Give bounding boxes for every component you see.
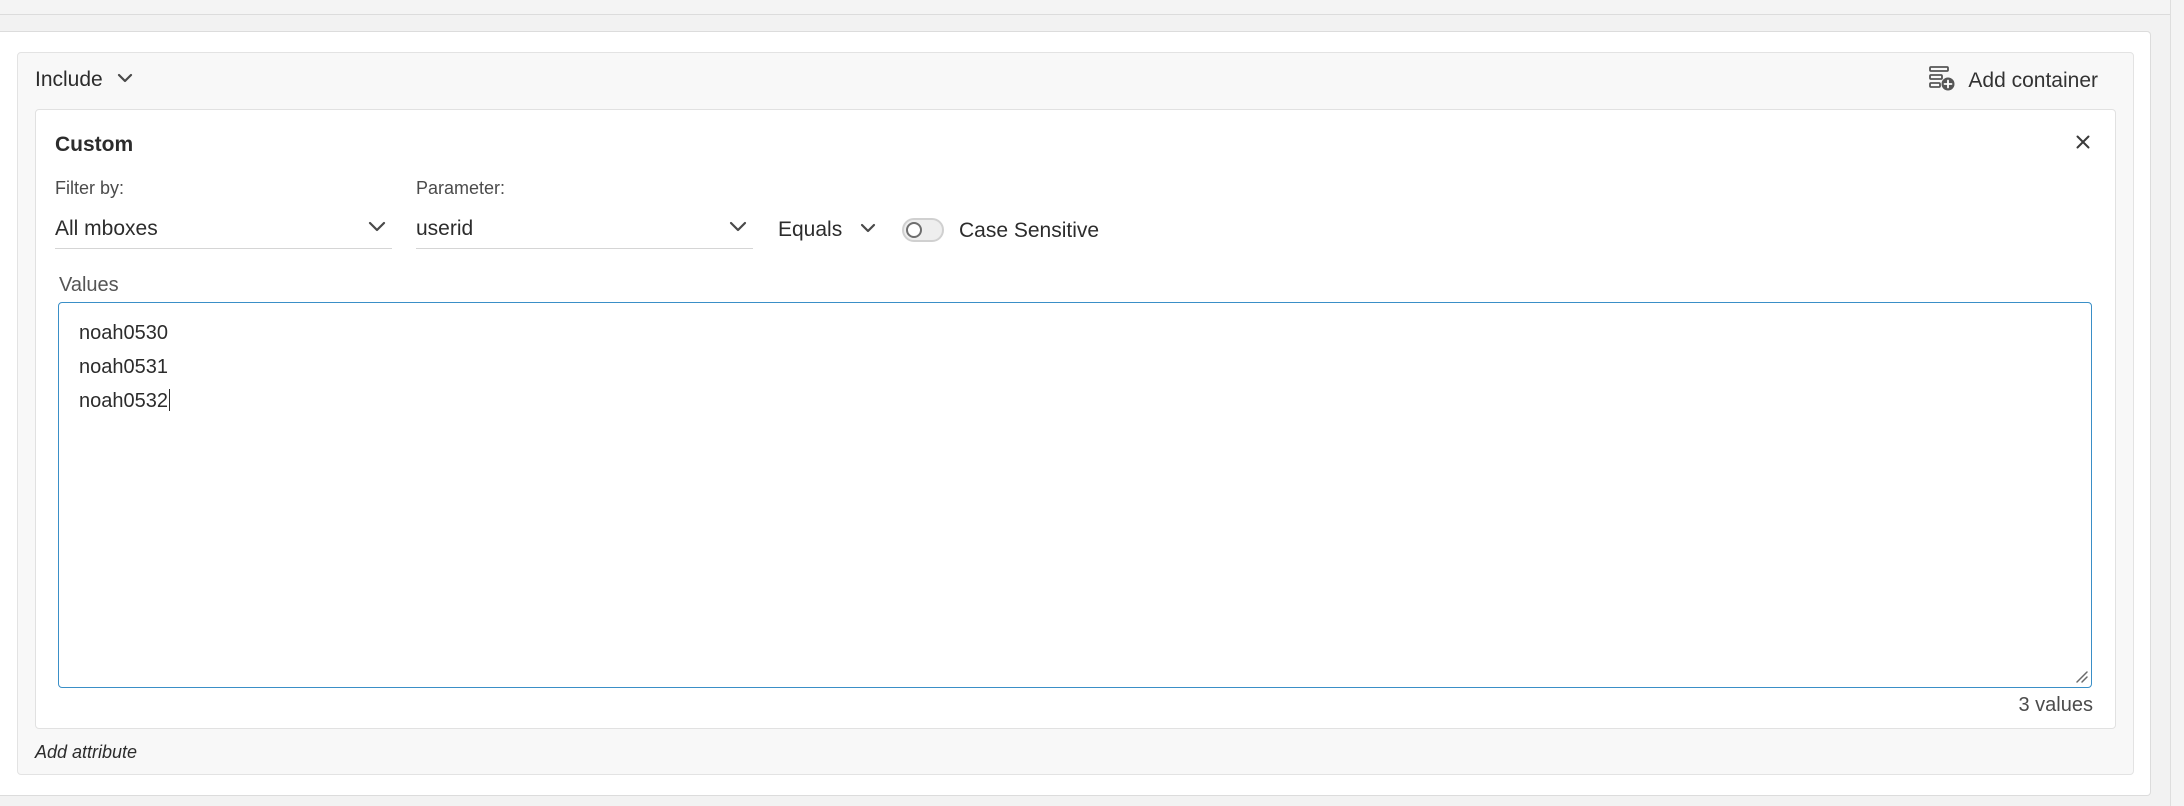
value-line: noah0532 [79, 390, 168, 412]
text-caret [168, 389, 171, 411]
add-container-button[interactable]: Add container [1928, 64, 2098, 98]
right-edge-panel [2170, 0, 2184, 806]
value-line: noah0531 [79, 356, 168, 378]
values-textarea[interactable]: noah0530 noah0531 noah0532 [58, 302, 2092, 688]
custom-title: Custom [55, 133, 134, 156]
chevron-down-icon [729, 217, 747, 241]
case-sensitive-label: Case Sensitive [959, 219, 1100, 242]
operator-dropdown[interactable]: Equals [778, 213, 876, 247]
parameter-value: userid [416, 216, 474, 240]
filter-by-picker[interactable]: All mboxes [55, 209, 392, 249]
add-container-label: Add container [1968, 69, 2098, 92]
parameter-picker[interactable]: userid [416, 209, 753, 249]
include-dropdown[interactable]: Include [35, 64, 133, 96]
operator-value: Equals [778, 218, 843, 241]
filter-by-value: All mboxes [55, 216, 158, 240]
chevron-down-icon [117, 68, 133, 92]
close-button[interactable] [2070, 131, 2096, 157]
values-label: Values [59, 274, 119, 296]
chevron-down-icon [860, 218, 876, 242]
toggle-knob [906, 222, 922, 238]
parameter-label: Parameter: [416, 178, 506, 198]
add-attribute-link[interactable]: Add attribute [35, 742, 137, 763]
add-container-icon [1928, 64, 1956, 98]
case-sensitive-toggle[interactable] [902, 218, 944, 242]
close-icon [2076, 135, 2090, 154]
include-label: Include [35, 68, 103, 91]
chevron-down-icon [368, 217, 386, 241]
values-count: 3 values [2018, 694, 2094, 716]
filter-by-label: Filter by: [55, 178, 125, 198]
top-strip [0, 0, 2184, 15]
resize-handle-icon[interactable] [2073, 668, 2089, 684]
value-line: noah0530 [79, 322, 168, 344]
